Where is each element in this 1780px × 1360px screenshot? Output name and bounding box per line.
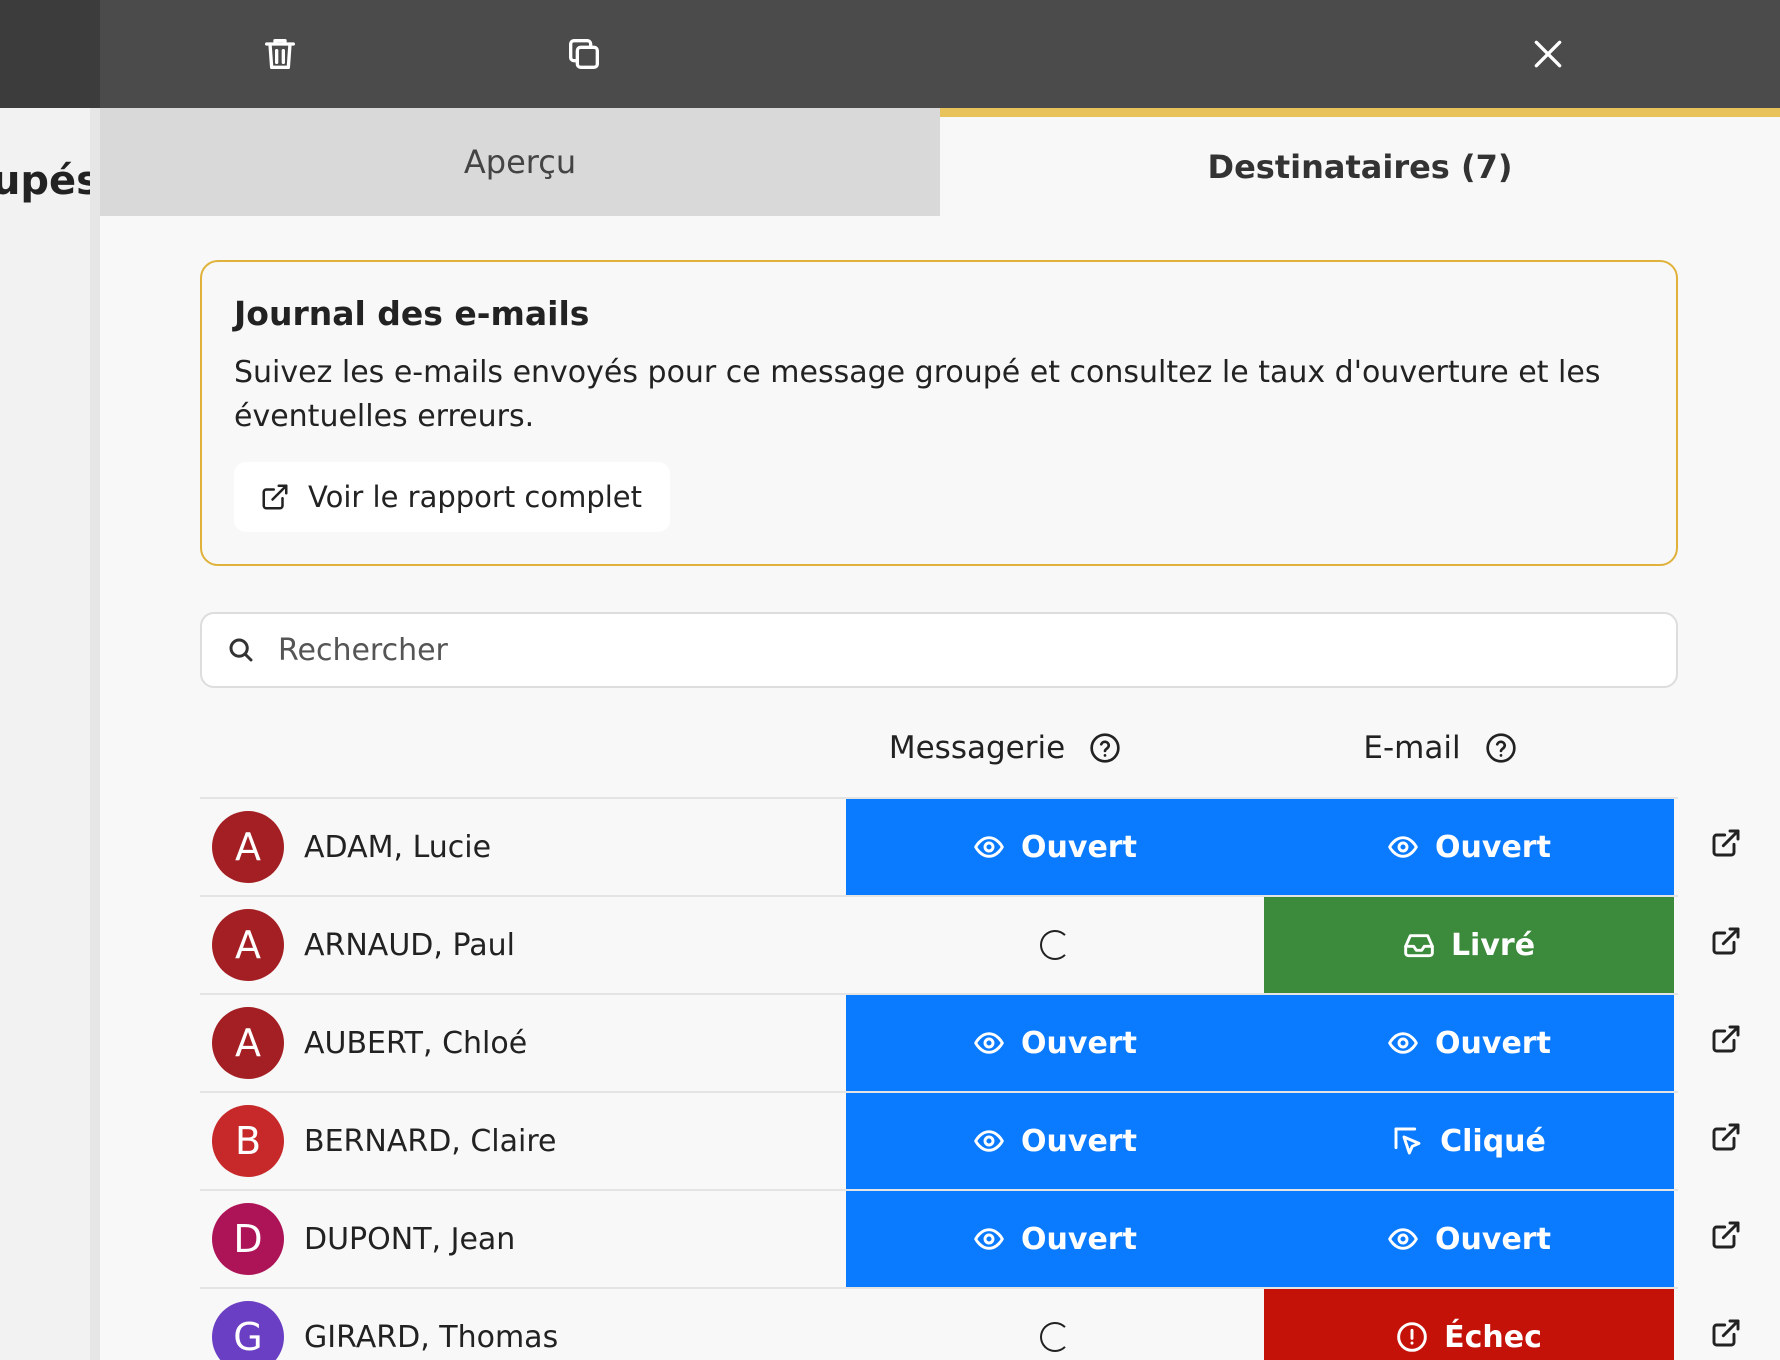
eye-icon xyxy=(1388,836,1418,858)
messagerie-status-label: Ouvert xyxy=(1021,1221,1137,1257)
email-status-cell: Ouvert xyxy=(1264,995,1674,1091)
card-title: Journal des e-mails xyxy=(234,294,590,333)
recipients-table: A ADAM, Lucie Ouvert Ouvert A ARNAUD, Paul Liv… xyxy=(200,797,1740,1360)
messagerie-status-cell: Ouvert xyxy=(846,1191,1264,1287)
eye-icon xyxy=(974,1228,1004,1250)
email-status-label: Cliqué xyxy=(1440,1123,1546,1159)
column-header-messagerie: Messagerie xyxy=(820,720,1190,776)
column-label-email: E-mail xyxy=(1363,730,1461,766)
messagerie-status-cell xyxy=(846,1289,1264,1360)
avatar: A xyxy=(212,1007,284,1079)
external-link-icon xyxy=(262,484,288,510)
view-full-report-button[interactable]: Voir le rapport complet xyxy=(234,462,671,532)
messagerie-status-label: Ouvert xyxy=(1021,1025,1137,1061)
search-box xyxy=(200,612,1678,688)
email-status-label: Ouvert xyxy=(1435,829,1551,865)
drawer-tabs: Aperçu Destinataires (7) xyxy=(100,108,1780,216)
trash-icon xyxy=(265,39,295,70)
spinner-icon xyxy=(1040,930,1070,960)
copy-icon xyxy=(569,39,599,69)
help-icon[interactable] xyxy=(1485,732,1517,764)
open-recipient-button[interactable] xyxy=(1710,1023,1750,1063)
open-recipient-button[interactable] xyxy=(1710,925,1750,965)
avatar: A xyxy=(212,811,284,883)
external-link-icon xyxy=(1712,829,1740,857)
messagerie-status-cell: Ouvert xyxy=(846,799,1264,895)
email-status-label: Ouvert xyxy=(1435,1025,1551,1061)
drawer-toolbar xyxy=(100,0,1780,108)
search-icon xyxy=(229,638,253,662)
messagerie-status-cell: Ouvert xyxy=(846,995,1264,1091)
duplicate-button[interactable] xyxy=(552,22,616,86)
card-description: Suivez les e-mails envoyés pour ce messa… xyxy=(234,355,1601,434)
external-link-icon xyxy=(1712,1319,1740,1347)
email-status-label: Ouvert xyxy=(1435,1221,1551,1257)
messagerie-status-label: Ouvert xyxy=(1021,829,1137,865)
messagerie-status-cell xyxy=(846,897,1264,993)
table-row[interactable]: A ARNAUD, Paul Livré xyxy=(200,895,1740,993)
recipient-name: BERNARD, Claire xyxy=(304,1123,557,1159)
eye-icon xyxy=(1388,1032,1418,1054)
external-link-icon xyxy=(1712,1221,1740,1249)
external-link-icon xyxy=(1712,1025,1740,1053)
email-status-cell: Ouvert xyxy=(1264,1191,1674,1287)
avatar: D xyxy=(212,1203,284,1275)
messagerie-status-label: Ouvert xyxy=(1021,1123,1137,1159)
delete-button[interactable] xyxy=(248,22,312,86)
table-row[interactable]: B BERNARD, Claire Ouvert Cliqué xyxy=(200,1091,1740,1189)
eye-icon xyxy=(974,1032,1004,1054)
open-recipient-button[interactable] xyxy=(1710,1219,1750,1259)
background-header xyxy=(0,0,100,108)
close-button[interactable] xyxy=(1516,22,1580,86)
recipient-name: ARNAUD, Paul xyxy=(304,927,515,963)
tab-preview[interactable]: Aperçu xyxy=(100,108,940,216)
inbox-icon xyxy=(1404,934,1434,958)
table-row[interactable]: G GIRARD, Thomas Échec xyxy=(200,1287,1740,1360)
email-log-card: Journal des e-mails Suivez les e-mails e… xyxy=(200,260,1678,566)
email-status-cell: Cliqué xyxy=(1264,1093,1674,1189)
spinner-icon xyxy=(1040,1322,1070,1352)
open-recipient-button[interactable] xyxy=(1710,1121,1750,1161)
external-link-icon xyxy=(1712,927,1740,955)
recipients-drawer: Aperçu Destinataires (7) Journal des e-m… xyxy=(100,0,1780,1360)
eye-icon xyxy=(1388,1228,1418,1250)
cursor-click-icon xyxy=(1394,1127,1421,1155)
alert-circle-icon xyxy=(1397,1322,1427,1352)
background-page-title: roupés xyxy=(0,158,100,204)
table-row[interactable]: D DUPONT, Jean Ouvert Ouvert xyxy=(200,1189,1740,1287)
help-icon[interactable] xyxy=(1089,732,1121,764)
eye-icon xyxy=(974,836,1004,858)
email-status-cell: Livré xyxy=(1264,897,1674,993)
drawer-shadow xyxy=(90,108,100,1360)
close-icon xyxy=(1534,40,1562,68)
messagerie-status-cell: Ouvert xyxy=(846,1093,1264,1189)
recipient-name: AUBERT, Chloé xyxy=(304,1025,528,1061)
recipient-name: DUPONT, Jean xyxy=(304,1221,516,1257)
avatar: G xyxy=(212,1301,284,1360)
table-row[interactable]: A AUBERT, Chloé Ouvert Ouvert xyxy=(200,993,1740,1091)
email-status-label: Livré xyxy=(1450,927,1536,963)
open-recipient-button[interactable] xyxy=(1710,827,1750,867)
column-header-email: E-mail xyxy=(1260,720,1620,776)
avatar: A xyxy=(212,909,284,981)
avatar: B xyxy=(212,1105,284,1177)
email-status-cell: Échec xyxy=(1264,1289,1674,1360)
tab-recipients[interactable]: Destinataires (7) xyxy=(940,108,1780,216)
search-input[interactable] xyxy=(276,631,1580,669)
report-button-label: Voir le rapport complet xyxy=(308,480,643,514)
column-label-messagerie: Messagerie xyxy=(888,730,1066,766)
external-link-icon xyxy=(1712,1123,1740,1151)
email-status-cell: Ouvert xyxy=(1264,799,1674,895)
recipient-name: ADAM, Lucie xyxy=(304,829,492,865)
recipient-name: GIRARD, Thomas xyxy=(304,1319,559,1355)
email-status-label: Échec xyxy=(1444,1319,1542,1355)
open-recipient-button[interactable] xyxy=(1710,1317,1750,1357)
eye-icon xyxy=(974,1130,1004,1152)
table-row[interactable]: A ADAM, Lucie Ouvert Ouvert xyxy=(200,797,1740,895)
